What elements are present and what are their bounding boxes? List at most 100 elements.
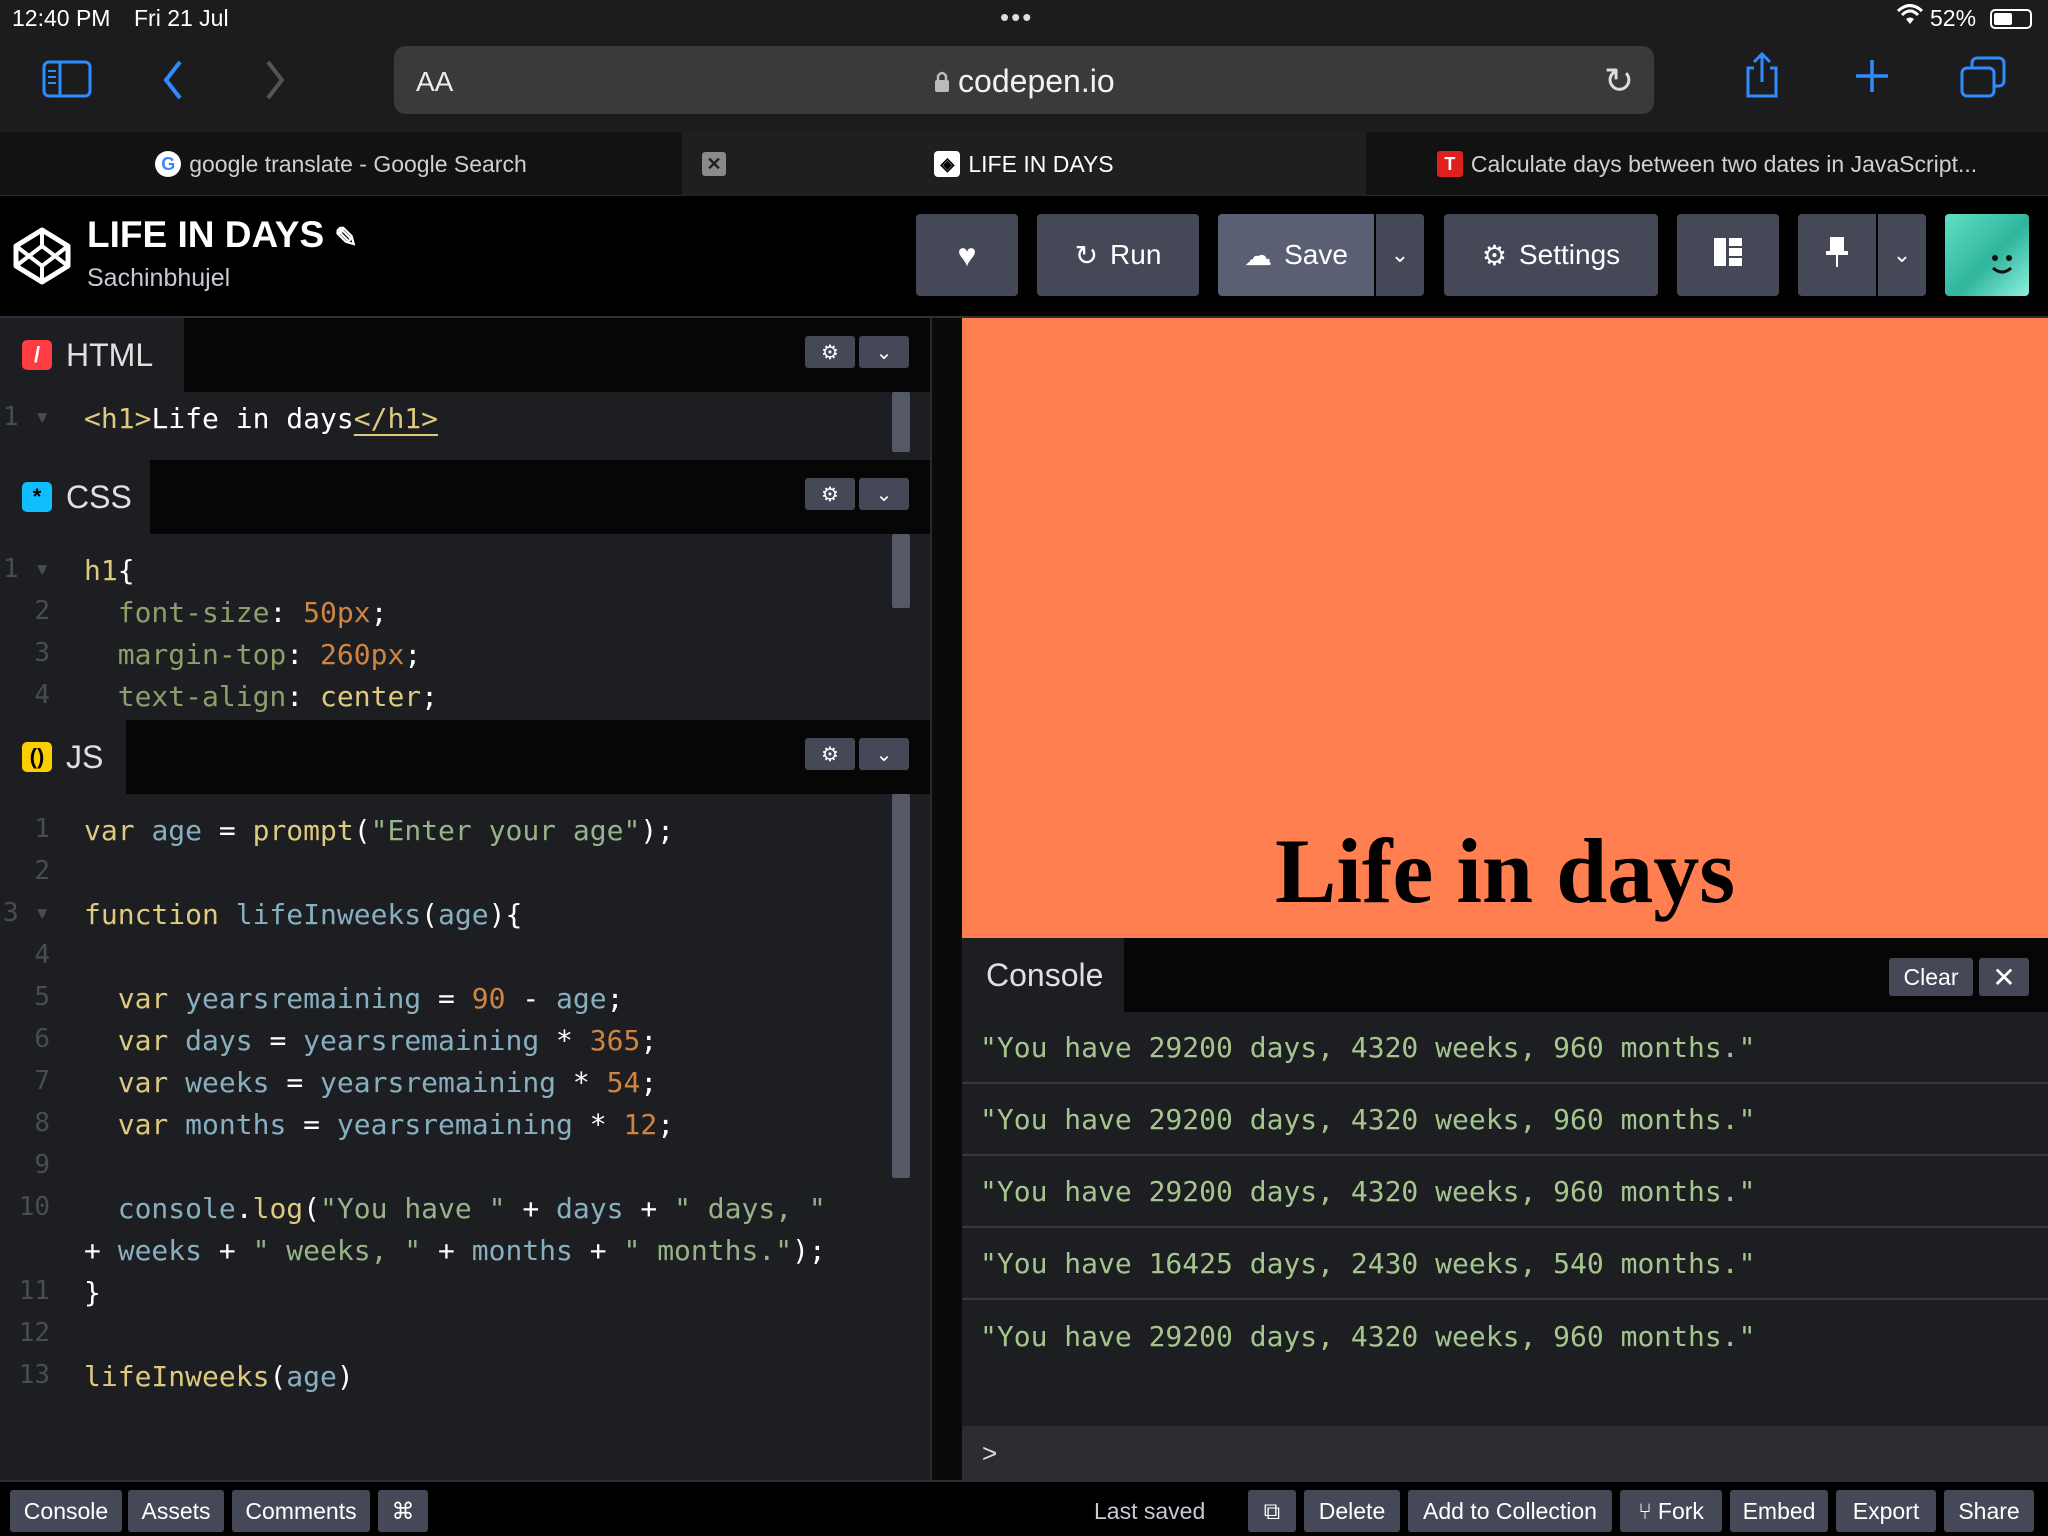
share-button[interactable]: Share: [1944, 1490, 2034, 1532]
edit-title-icon[interactable]: ✎: [334, 222, 357, 253]
html-pane-tab[interactable]: / HTML: [0, 318, 184, 392]
user-avatar[interactable]: [1945, 214, 2029, 296]
resize-divider[interactable]: [930, 318, 962, 1480]
console-log-entry: "You have 29200 days, 4320 weeks, 960 mo…: [962, 1084, 2048, 1156]
share-icon[interactable]: [1742, 51, 1782, 105]
delete-button[interactable]: Delete: [1304, 1490, 1400, 1532]
save-options-button[interactable]: ⌄: [1376, 214, 1424, 296]
status-time: 12:40 PM: [12, 5, 111, 31]
site-favicon-icon: T: [1436, 151, 1463, 177]
fork-icon: ⑂: [1638, 1497, 1652, 1524]
layout-icon: [1713, 237, 1743, 274]
css-code-editor[interactable]: 1 ▾ h1{ 2 font-size: 50px; 3 margin-top: …: [0, 534, 930, 718]
embed-button[interactable]: Embed: [1730, 1490, 1828, 1532]
chevron-down-icon: ⌄: [1390, 242, 1410, 267]
gear-icon: ⚙: [821, 483, 839, 506]
preview-frame: Life in days: [962, 318, 2048, 938]
sidebar-icon[interactable]: [42, 60, 92, 105]
js-pane-header: () JS ⚙ ⌄: [0, 720, 930, 794]
browser-tabs: G google translate - Google Search ✕ ◈ L…: [0, 132, 2048, 196]
js-code-editor[interactable]: 1 var age = prompt("Enter your age"); 2 3…: [0, 794, 930, 1480]
fork-button[interactable]: ⑂ Fork: [1620, 1490, 1722, 1532]
html-pane-header: / HTML ⚙ ⌄: [0, 318, 930, 392]
close-tab-icon[interactable]: ✕: [702, 152, 726, 176]
console-tab[interactable]: Console: [962, 938, 1124, 1012]
heart-icon: ♥: [957, 236, 977, 273]
save-button[interactable]: ☁ Save: [1218, 214, 1374, 296]
pin-icon: [1824, 235, 1850, 276]
console-log-entry: "You have 29200 days, 4320 weeks, 960 mo…: [962, 1012, 2048, 1084]
tab-life-in-days[interactable]: ✕ ◈ LIFE IN DAYS: [682, 132, 1366, 196]
layout-button[interactable]: [1677, 214, 1779, 296]
keyboard-shortcuts-button[interactable]: ⌘: [378, 1490, 428, 1532]
add-to-collection-button[interactable]: Add to Collection: [1408, 1490, 1612, 1532]
console-panel: Console Clear ✕ "You have 29200 days, 43…: [962, 938, 2048, 1480]
preview-heading: Life in days: [1274, 820, 1736, 922]
footer-comments-button[interactable]: Comments: [232, 1490, 370, 1532]
footer-console-button[interactable]: Console: [10, 1490, 122, 1532]
js-scrollbar[interactable]: [892, 794, 910, 1178]
console-input[interactable]: >: [962, 1426, 2048, 1480]
css-settings-button[interactable]: ⚙: [805, 478, 855, 510]
tabs-overview-icon[interactable]: [1960, 56, 2006, 103]
back-icon[interactable]: [160, 58, 186, 107]
codepen-header: LIFE IN DAYS ✎ Sachinbhujel ♥ ↻ Run ☁ Sa…: [0, 196, 2048, 318]
tab-calculate-days[interactable]: T Calculate days between two dates in Ja…: [1366, 132, 2048, 196]
js-badge-icon: (): [22, 742, 52, 772]
lock-icon: [933, 71, 958, 98]
new-tab-icon[interactable]: [1852, 56, 1892, 101]
codepen-icon: ◈: [934, 151, 961, 177]
console-header: Console Clear ✕: [962, 938, 2048, 1012]
console-log-entry: "You have 29200 days, 4320 weeks, 960 mo…: [980, 1319, 1756, 1353]
forward-icon[interactable]: [262, 58, 288, 107]
settings-button[interactable]: ⚙ Settings: [1444, 214, 1658, 296]
cloud-icon: ☁: [1244, 239, 1273, 271]
address-bar[interactable]: AA codepen.io ↻: [394, 46, 1654, 114]
battery-percent: 52%: [1930, 5, 1977, 31]
close-console-button[interactable]: ✕: [1979, 958, 2029, 996]
css-pane-tab[interactable]: * CSS: [0, 460, 150, 534]
codepen-logo-icon[interactable]: [12, 226, 72, 291]
reload-icon[interactable]: ↻: [1604, 60, 1634, 102]
refresh-icon: ↻: [1074, 239, 1099, 271]
css-collapse-button[interactable]: ⌄: [859, 478, 909, 510]
export-button[interactable]: Export: [1836, 1490, 1936, 1532]
close-icon: ✕: [1992, 961, 2016, 993]
like-button[interactable]: ♥: [916, 214, 1018, 296]
url-text: codepen.io: [958, 63, 1115, 99]
css-pane-header: * CSS ⚙ ⌄: [0, 460, 930, 534]
wifi-icon: [1896, 4, 1924, 32]
html-settings-button[interactable]: ⚙: [805, 336, 855, 368]
open-external-button[interactable]: ⧉: [1248, 1490, 1296, 1532]
html-collapse-button[interactable]: ⌄: [859, 336, 909, 368]
gear-icon: ⚙: [1481, 239, 1507, 271]
codepen-footer: Console Assets Comments ⌘ Last saved ⧉ D…: [0, 1480, 2048, 1536]
js-collapse-button[interactable]: ⌄: [859, 738, 909, 770]
pin-button[interactable]: [1798, 214, 1876, 296]
status-date: Fri 21 Jul: [134, 5, 229, 31]
google-icon: G: [155, 151, 182, 177]
multitasking-dots-icon[interactable]: •••: [1000, 2, 1033, 33]
battery-icon: [1990, 9, 2032, 29]
html-scrollbar[interactable]: [892, 392, 910, 452]
console-log-entry: "You have 16425 days, 2430 weeks, 540 mo…: [962, 1228, 2048, 1300]
status-bar: 12:40 PM Fri 21 Jul ••• 52%: [0, 0, 2048, 38]
gear-icon: ⚙: [821, 341, 839, 364]
pen-title[interactable]: LIFE IN DAYS: [87, 214, 324, 255]
pin-options-button[interactable]: ⌄: [1878, 214, 1926, 296]
js-pane-tab[interactable]: () JS: [0, 720, 126, 794]
run-button[interactable]: ↻ Run: [1037, 214, 1199, 296]
gear-icon: ⚙: [821, 743, 839, 766]
chevron-down-icon: ⌄: [1892, 242, 1912, 267]
html-code-editor[interactable]: 1 ▾ <h1>Life in days</h1>: [0, 392, 930, 454]
html-badge-icon: /: [22, 340, 52, 370]
console-log-entry: "You have 29200 days, 4320 weeks, 960 mo…: [962, 1156, 2048, 1228]
css-scrollbar[interactable]: [892, 534, 910, 608]
last-saved-label: Last saved: [1094, 1498, 1206, 1524]
js-settings-button[interactable]: ⚙: [805, 738, 855, 770]
pen-author[interactable]: Sachinbhujel: [87, 264, 230, 293]
footer-assets-button[interactable]: Assets: [128, 1490, 224, 1532]
tab-google-search[interactable]: G google translate - Google Search: [0, 132, 682, 196]
editor-column: / HTML ⚙ ⌄ 1 ▾ <h1>Life in days</h1> * CS…: [0, 318, 930, 1480]
clear-console-button[interactable]: Clear: [1889, 958, 1973, 996]
